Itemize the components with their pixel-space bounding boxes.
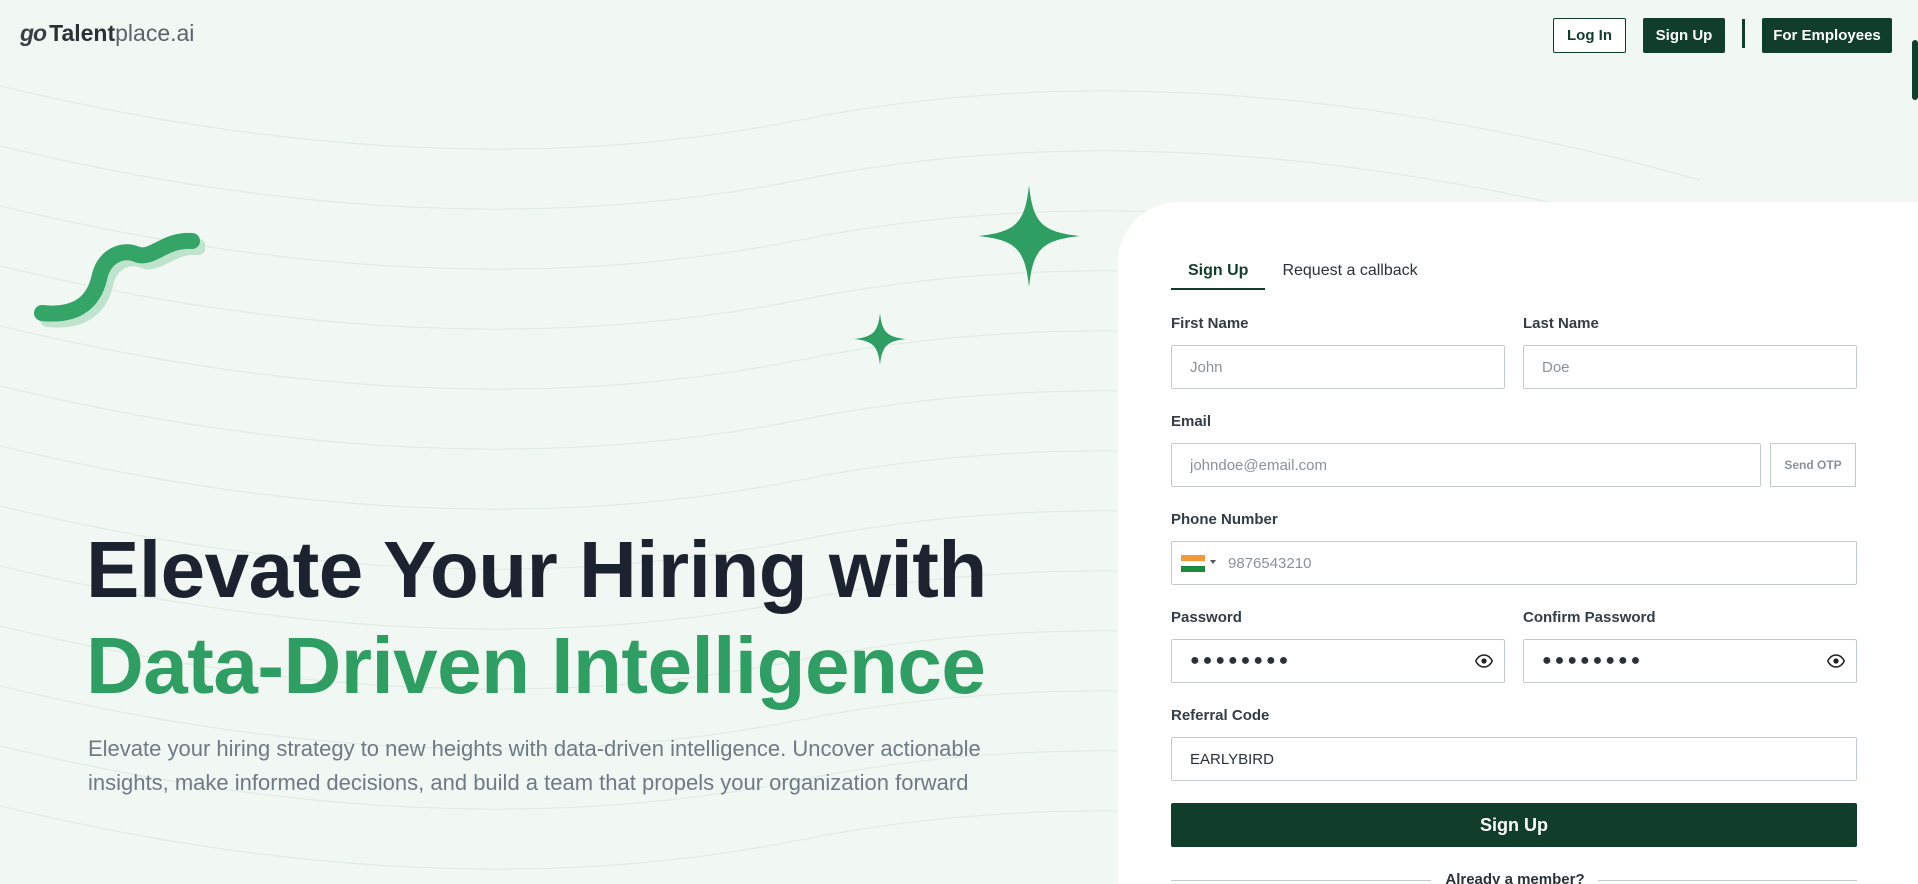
confirm-password-label: Confirm Password bbox=[1523, 609, 1656, 626]
logo-go-text: go bbox=[20, 20, 47, 46]
large-sparkle-icon bbox=[978, 185, 1080, 287]
first-name-field[interactable] bbox=[1171, 345, 1505, 389]
member-divider-right bbox=[1598, 880, 1857, 881]
tab-sign-up[interactable]: Sign Up bbox=[1171, 258, 1266, 290]
for-employees-button[interactable]: For Employees bbox=[1762, 18, 1892, 53]
india-flag-icon[interactable] bbox=[1181, 555, 1205, 573]
first-name-label: First Name bbox=[1171, 315, 1249, 332]
logo-place-text: place.ai bbox=[115, 20, 195, 46]
squiggle-decoration-icon bbox=[34, 232, 205, 328]
signup-submit-button[interactable]: Sign Up bbox=[1171, 803, 1857, 847]
show-password-eye-icon[interactable] bbox=[1475, 652, 1493, 670]
small-sparkle-icon bbox=[854, 313, 906, 365]
tab-request-callback[interactable]: Request a callback bbox=[1265, 258, 1434, 290]
phone-field-wrapper bbox=[1171, 541, 1857, 585]
country-dropdown-caret-icon[interactable] bbox=[1210, 560, 1216, 564]
hero-title-line1: Elevate Your Hiring with bbox=[86, 525, 987, 614]
referral-code-label: Referral Code bbox=[1171, 707, 1270, 724]
password-label: Password bbox=[1171, 609, 1242, 626]
form-tabs: Sign Up Request a callback bbox=[1171, 258, 1435, 290]
logo-talent-text: Talent bbox=[49, 20, 116, 46]
email-label: Email bbox=[1171, 413, 1212, 430]
show-confirm-password-eye-icon[interactable] bbox=[1827, 652, 1845, 670]
top-header: go Talent place.ai Log In Sign Up For Em… bbox=[0, 0, 1918, 70]
already-member-link[interactable]: Already a member? bbox=[1430, 871, 1600, 884]
login-button[interactable]: Log In bbox=[1553, 18, 1626, 53]
header-divider bbox=[1742, 19, 1745, 48]
header-signup-button[interactable]: Sign Up bbox=[1643, 18, 1725, 53]
confirm-password-field[interactable] bbox=[1523, 639, 1857, 683]
password-field[interactable] bbox=[1171, 639, 1505, 683]
hero-subtitle: Elevate your hiring strategy to new heig… bbox=[88, 736, 981, 795]
scrollbar-thumb[interactable] bbox=[1912, 40, 1918, 100]
phone-number-field[interactable] bbox=[1218, 542, 1848, 584]
send-otp-button[interactable]: Send OTP bbox=[1770, 443, 1856, 487]
email-field[interactable] bbox=[1171, 443, 1761, 487]
talentplace-logo[interactable]: go Talent place.ai bbox=[20, 20, 194, 50]
member-divider-left bbox=[1171, 880, 1431, 881]
last-name-field[interactable] bbox=[1523, 345, 1857, 389]
referral-code-field[interactable] bbox=[1171, 737, 1857, 781]
last-name-label: Last Name bbox=[1523, 315, 1599, 332]
phone-label: Phone Number bbox=[1171, 511, 1278, 528]
hero-title-line2: Data-Driven Intelligence bbox=[86, 621, 986, 710]
